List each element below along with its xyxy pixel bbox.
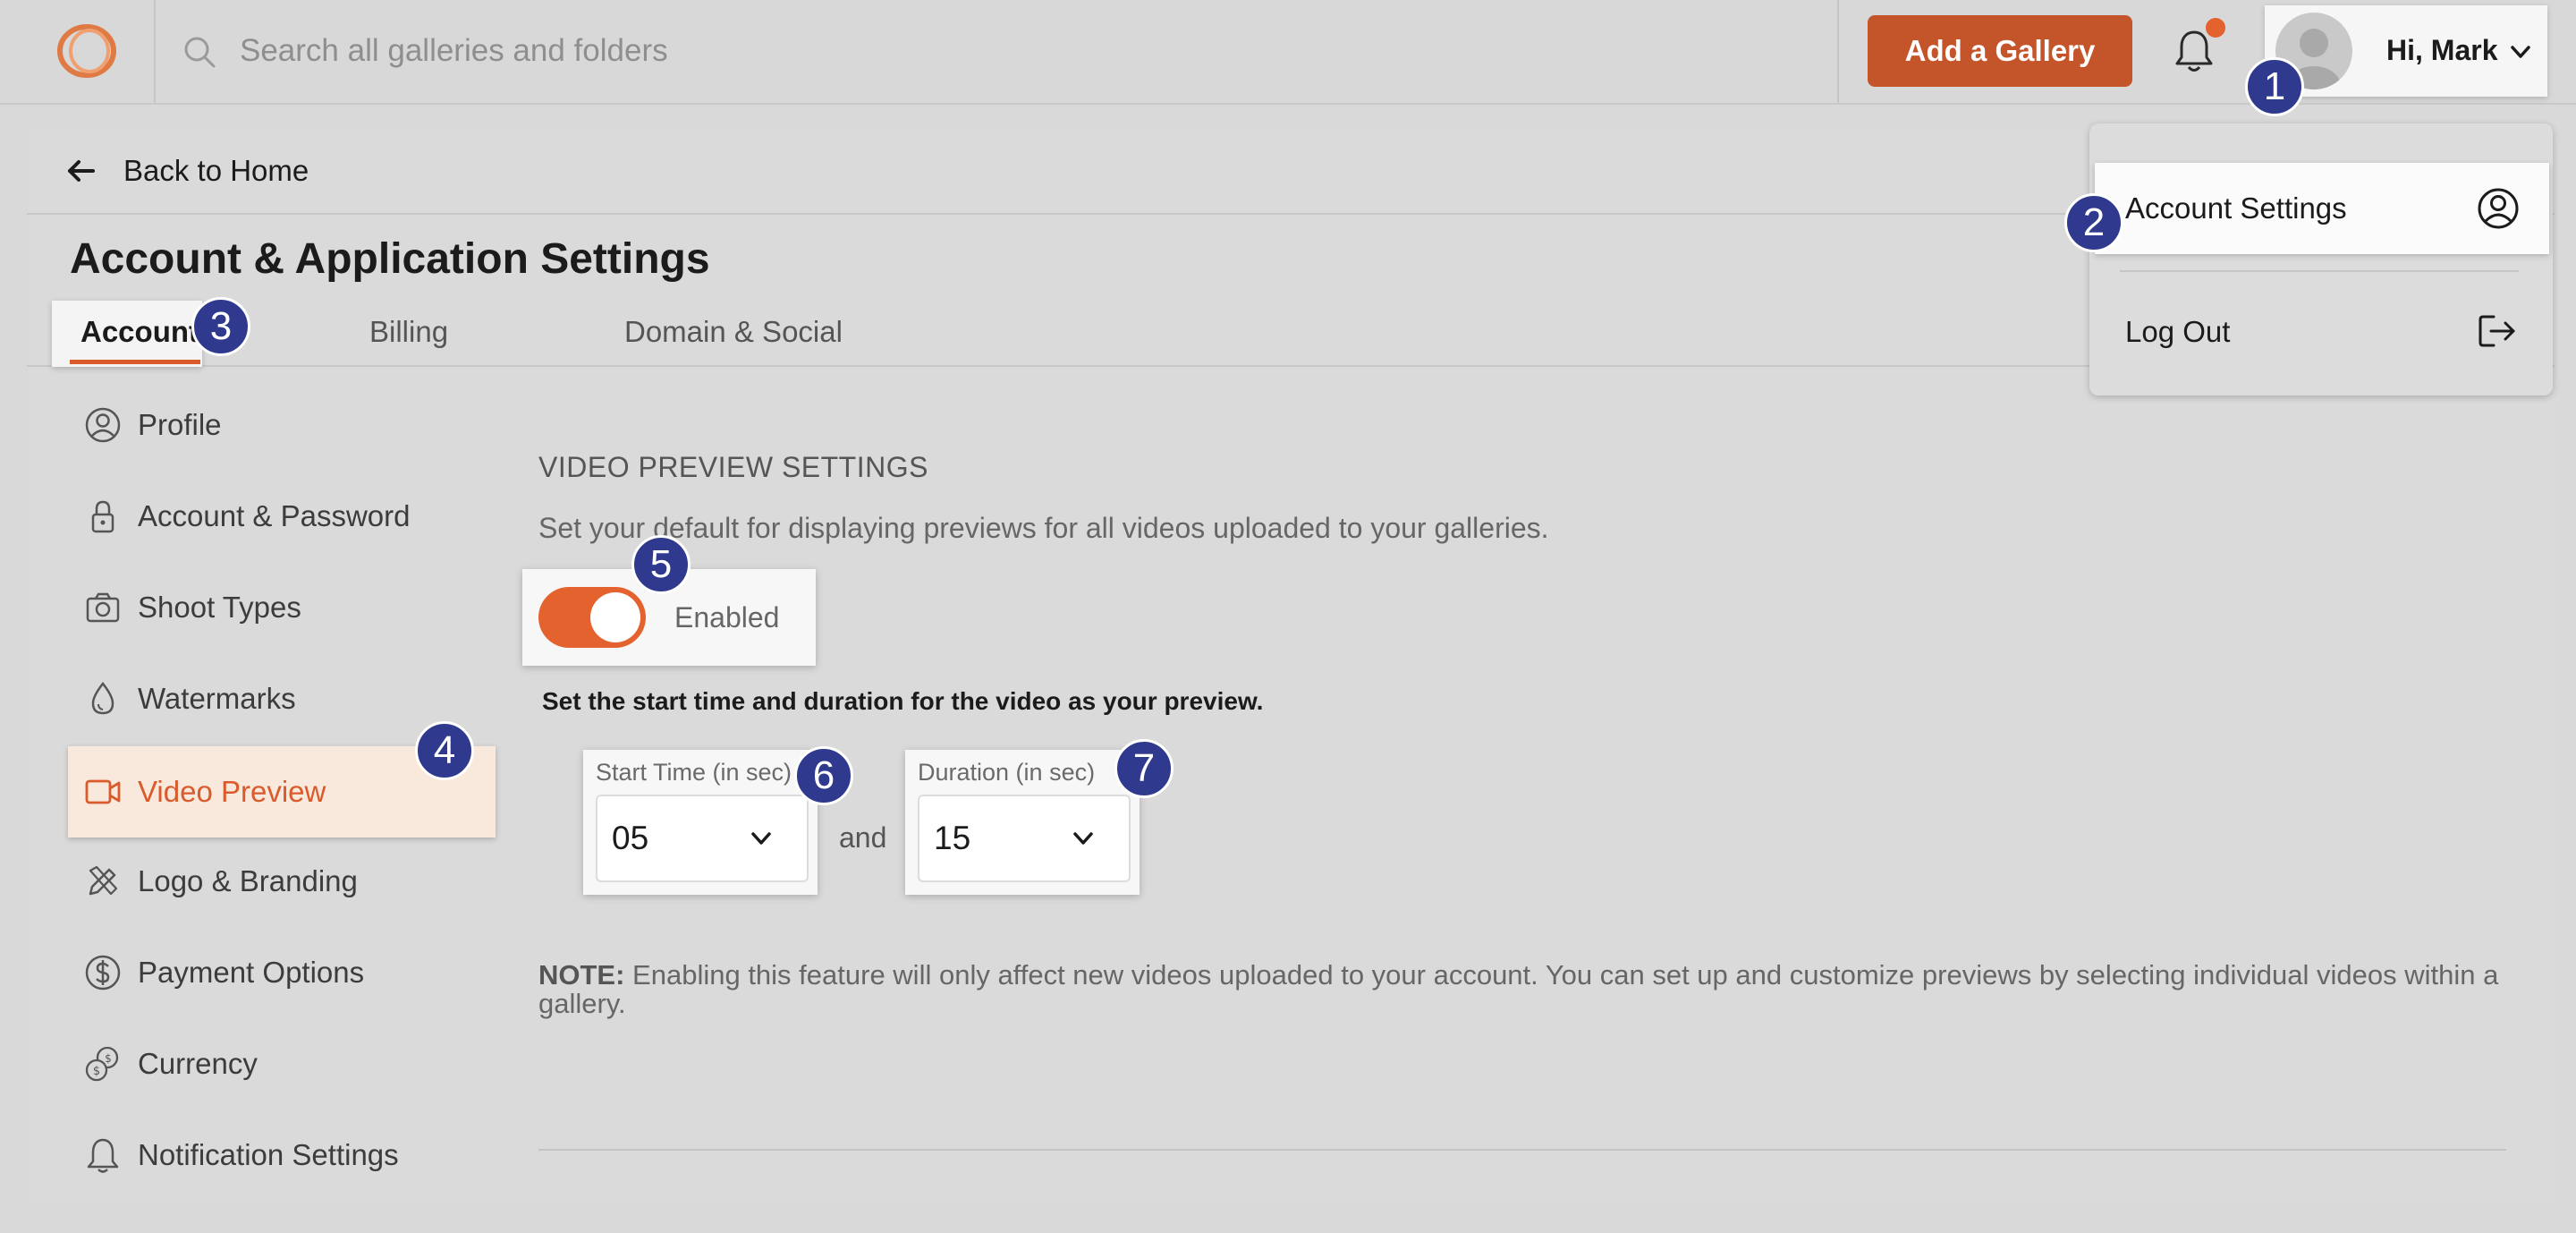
duration-select[interactable]: 15 (918, 795, 1131, 882)
annotation-marker-4: 4 (415, 721, 474, 780)
video-icon (84, 773, 122, 811)
logout-icon[interactable] (2476, 311, 2519, 351)
user-circle-icon (2476, 186, 2521, 231)
tab-billing[interactable]: Billing (369, 315, 448, 349)
coins-icon: $ $ (84, 1045, 122, 1083)
start-time-value: 05 (612, 820, 649, 856)
section-description: Set your default for displaying previews… (538, 512, 1549, 544)
note-body: Enabling this feature will only affect n… (538, 959, 2499, 1019)
notification-badge (2206, 18, 2225, 38)
chevron-down-icon (1070, 825, 1097, 852)
sidebar-item-label: Notification Settings (138, 1138, 399, 1171)
sidebar-item-profile[interactable]: Profile (68, 379, 497, 469)
connector-text: and (839, 821, 887, 854)
start-time-field: Start Time (in sec) 05 (583, 750, 818, 895)
sidebar-item-account-password[interactable]: Account & Password (68, 471, 497, 560)
sidebar-item-label: Logo & Branding (138, 864, 358, 897)
toggle-label: Enabled (674, 601, 780, 634)
sidebar-item-payment-options[interactable]: Payment Options (68, 927, 497, 1016)
search-icon (182, 35, 216, 69)
user-greeting: Hi, Mark (2386, 34, 2498, 66)
sidebar-item-label: Payment Options (138, 956, 365, 989)
sidebar-item-label: Shoot Types (138, 591, 301, 624)
page-title: Account & Application Settings (70, 235, 710, 283)
duration-field: Duration (in sec) 15 (905, 750, 1140, 895)
camera-icon (84, 589, 122, 626)
search-input[interactable] (240, 25, 1760, 77)
note-label: NOTE: (538, 959, 625, 991)
duration-value: 15 (934, 820, 971, 856)
sidebar-item-shoot-types[interactable]: Shoot Types (68, 562, 497, 651)
log-out-menu-item[interactable]: Log Out (2125, 315, 2230, 349)
chevron-down-icon[interactable] (2508, 39, 2533, 64)
svg-text:$: $ (105, 1052, 112, 1065)
header-divider (154, 0, 156, 103)
toggle-knob[interactable] (590, 592, 640, 642)
user-circle-icon (84, 406, 122, 444)
header-divider (1837, 0, 1839, 103)
preview-instruction: Set the start time and duration for the … (542, 687, 1264, 715)
sidebar-item-label: Account & Password (138, 499, 411, 532)
lock-icon (84, 497, 122, 535)
svg-text:$: $ (93, 1065, 100, 1078)
chevron-down-icon (748, 825, 775, 852)
pencil-ruler-icon (84, 863, 122, 900)
annotation-marker-1: 1 (2245, 57, 2304, 116)
account-settings-label[interactable]: Account Settings (2125, 191, 2347, 225)
duration-label: Duration (in sec) (918, 759, 1096, 786)
tab-domain-social[interactable]: Domain & Social (624, 315, 843, 349)
arrow-left-icon[interactable] (66, 157, 97, 184)
back-to-home-link[interactable]: Back to Home (123, 154, 309, 188)
sidebar-item-currency[interactable]: $ $ Currency (68, 1018, 497, 1108)
sidebar-item-label: Video Preview (138, 775, 326, 808)
start-time-label: Start Time (in sec) (596, 759, 792, 786)
sidebar-item-label: Profile (138, 408, 222, 441)
annotation-marker-2: 2 (2064, 193, 2123, 252)
sidebar-item-logo-branding[interactable]: Logo & Branding (68, 836, 497, 925)
bell-icon (84, 1136, 122, 1174)
annotation-marker-6: 6 (794, 746, 853, 805)
section-title: VIDEO PREVIEW SETTINGS (538, 451, 928, 483)
active-tab-indicator (70, 360, 200, 364)
sidebar-item-notification-settings[interactable]: Notification Settings (68, 1110, 497, 1199)
content-divider (538, 1149, 2506, 1151)
tab-account-label[interactable]: Account (80, 315, 199, 349)
annotation-marker-3: 3 (191, 297, 250, 356)
menu-divider (2120, 270, 2519, 272)
annotation-marker-5: 5 (631, 535, 691, 594)
droplet-icon (84, 680, 122, 718)
app-logo[interactable] (55, 23, 118, 79)
sidebar-item-label: Watermarks (138, 682, 296, 715)
annotation-marker-7: 7 (1114, 739, 1174, 798)
note-text: NOTE: Enabling this feature will only af… (538, 961, 2542, 1018)
dollar-circle-icon (84, 954, 122, 991)
sidebar-item-label: Currency (138, 1047, 258, 1080)
start-time-select[interactable]: 05 (596, 795, 809, 882)
add-gallery-button[interactable]: Add a Gallery (1868, 15, 2132, 87)
